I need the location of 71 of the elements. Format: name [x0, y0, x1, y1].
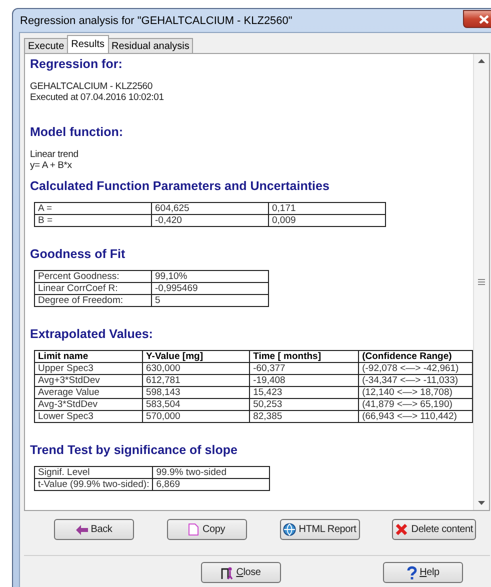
left-arrow-icon — [76, 524, 88, 534]
table-cell: 15,423 — [250, 386, 359, 398]
table-cell: (-92,078 <—> -42,961) — [358, 362, 472, 374]
tab[interactable]: Execute — [24, 38, 68, 53]
table-cell: Signif. Level — [34, 466, 153, 478]
table-cell: Average Value — [34, 386, 142, 398]
section-heading: Trend Test by significance of slope — [30, 443, 238, 457]
table-cell: -0,420 — [152, 214, 268, 226]
window-title: Regression analysis for "GEHALTCALCIUM - KLZ2560" — [19, 14, 292, 26]
table-cell: Avg-3*StdDev — [34, 398, 142, 410]
table-cell: 604,625 — [152, 202, 268, 214]
tab[interactable]: Results — [67, 35, 108, 53]
scroll-down-icon[interactable] — [478, 501, 485, 505]
tab[interactable]: Residual analysis — [108, 38, 194, 53]
table-cell: 5 — [152, 294, 268, 306]
column-header: Limit name — [34, 350, 142, 362]
table-cell: Linear CorrCoef R: — [34, 282, 152, 294]
scrollbar[interactable] — [473, 54, 489, 510]
table-cell: (12,140 <—> 18,708) — [358, 386, 472, 398]
table-cell: Percent Goodness: — [34, 270, 152, 282]
table-cell: A = — [34, 202, 152, 214]
table-cell: t-Value (99.9% two-sided): — [34, 478, 153, 490]
column-header: Y-Value [mg] — [142, 350, 250, 362]
section-heading: Model function: — [30, 125, 124, 139]
table-cell: (41,879 <—> 65,190) — [358, 398, 472, 410]
table-cell: Degree of Freedom: — [34, 294, 152, 306]
section-heading: Goodness of Fit — [30, 247, 126, 261]
table-cell: 50,253 — [250, 398, 359, 410]
table-cell: (-34,347 <—> -11,033) — [358, 374, 472, 386]
action-button[interactable]: Copy — [166, 519, 247, 540]
table-cell: Upper Spec3 — [34, 362, 142, 374]
section-heading: Extrapolated Values: — [30, 327, 154, 341]
table-cell: 612,781 — [142, 374, 250, 386]
action-button[interactable]: Back — [54, 519, 134, 540]
scroll-up-icon[interactable] — [478, 59, 485, 63]
table-cell: 630,000 — [142, 362, 250, 374]
globe-icon — [282, 523, 296, 536]
table-cell: -19,408 — [250, 374, 359, 386]
question-mark-icon — [406, 566, 417, 580]
table-cell: 99,10% — [152, 270, 268, 282]
exit-door-icon — [221, 566, 234, 580]
action-button[interactable]: HTML Report — [280, 519, 360, 540]
column-header: Time [ months] — [250, 350, 359, 362]
document-icon — [188, 523, 200, 536]
scroll-grip-icon — [478, 279, 485, 285]
table-cell: 6,869 — [152, 478, 270, 490]
section-heading: Regression for: — [30, 57, 124, 71]
table-cell: Lower Spec3 — [34, 410, 142, 422]
table-cell: 0,171 — [268, 202, 386, 214]
table-cell: -0,995469 — [152, 282, 268, 294]
table-cell: 570,000 — [142, 410, 250, 422]
table-cell: B = — [34, 214, 152, 226]
column-header: (Confidence Range) — [358, 350, 472, 362]
model-text: y= A + B*x — [30, 160, 73, 171]
table-cell: (66,943 <—> 110,442) — [358, 410, 472, 422]
action-button[interactable]: Delete content — [392, 519, 476, 540]
table-cell: Avg+3*StdDev — [34, 374, 142, 386]
executed-text: Executed at 07.04.2016 10:02:01 — [30, 92, 165, 103]
table-cell: -60,377 — [250, 362, 359, 374]
table-cell: 583,504 — [142, 398, 250, 410]
section-heading: Calculated Function Parameters and Uncertainties — [30, 179, 330, 193]
delete-icon — [395, 523, 408, 536]
subject-text: GEHALTCALCIUM - KLZ2560 — [30, 81, 154, 92]
table-cell: 82,385 — [250, 410, 359, 422]
close-icon — [479, 14, 489, 24]
table-cell: 0,009 — [268, 214, 386, 226]
table-cell: 99.9% two-sided — [152, 466, 270, 478]
table-cell: 598,143 — [142, 386, 250, 398]
model-text: Linear trend — [30, 149, 80, 160]
footer-button[interactable]: Close — [201, 562, 281, 583]
footer-button[interactable]: Help — [383, 562, 463, 583]
